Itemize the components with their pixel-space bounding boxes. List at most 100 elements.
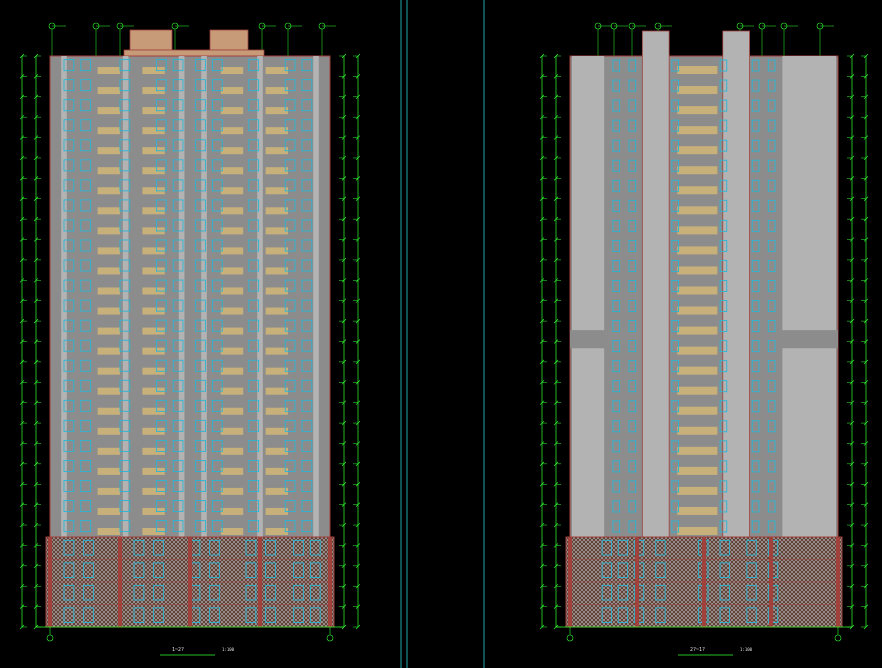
balcony — [677, 486, 718, 495]
balcony — [677, 186, 718, 195]
balcony — [220, 167, 244, 175]
balcony — [677, 426, 718, 435]
balcony — [220, 307, 244, 315]
balcony — [265, 387, 288, 395]
balcony — [677, 246, 718, 255]
grid-axis-marker — [834, 634, 842, 642]
balcony — [97, 227, 120, 235]
left-title-block: 1~2? 1:100 — [160, 647, 235, 656]
balcony — [97, 347, 120, 355]
balcony — [220, 207, 244, 215]
balcony — [265, 167, 288, 175]
balcony — [265, 147, 288, 155]
balcony — [97, 387, 120, 395]
podium-pilaster — [836, 537, 840, 627]
balcony — [97, 67, 120, 75]
pilaster — [313, 56, 319, 537]
balcony — [97, 527, 120, 535]
balcony — [220, 507, 244, 515]
left-podium — [36, 536, 344, 628]
balcony — [97, 187, 120, 195]
balcony — [220, 147, 244, 155]
balcony — [677, 326, 718, 335]
left-building-body — [49, 29, 331, 538]
sheet-frame — [400, 0, 485, 668]
balcony — [265, 247, 288, 255]
balcony — [97, 167, 120, 175]
podium-pilaster — [328, 537, 332, 627]
balcony — [677, 66, 718, 75]
balcony — [97, 287, 120, 295]
balcony — [265, 467, 288, 475]
balcony — [220, 247, 244, 255]
balcony — [220, 347, 244, 355]
grid-axis-marker — [326, 634, 334, 642]
right-elevation: 2?~1? 1:100 — [539, 22, 869, 656]
podium-pilaster — [118, 537, 122, 627]
pilaster — [257, 56, 263, 537]
balcony — [220, 527, 244, 535]
podium-pilaster — [635, 537, 639, 627]
balcony — [677, 126, 718, 135]
left-elevation-title: 1~2? — [172, 647, 184, 653]
balcony — [677, 386, 718, 395]
balcony — [677, 166, 718, 175]
right-elevation-title: 2?~1? — [690, 647, 705, 653]
left-elevation-scale: 1:100 — [222, 647, 235, 652]
balcony — [97, 507, 120, 515]
balcony — [97, 307, 120, 315]
podium-pilaster — [48, 537, 52, 627]
balcony — [97, 247, 120, 255]
balcony — [677, 266, 718, 275]
balcony — [97, 87, 120, 95]
cad-drawing-canvas: 1~2? 1:100 2?~1? 1:100 — [19, 0, 869, 668]
right-podium — [556, 536, 852, 628]
balcony — [677, 506, 718, 515]
balcony — [97, 327, 120, 335]
balcony — [220, 387, 244, 395]
balcony — [265, 107, 288, 115]
balcony — [220, 467, 244, 475]
balcony — [220, 187, 244, 195]
balcony — [265, 347, 288, 355]
podium-pilaster — [258, 537, 262, 627]
balcony — [97, 447, 120, 455]
balcony — [97, 147, 120, 155]
pilaster — [178, 56, 185, 537]
balcony — [220, 267, 244, 275]
balcony — [265, 407, 288, 415]
balcony — [265, 487, 288, 495]
balcony — [265, 187, 288, 195]
balcony — [265, 267, 288, 275]
balcony — [677, 366, 718, 375]
balcony — [677, 106, 718, 115]
balcony — [265, 367, 288, 375]
balcony — [220, 327, 244, 335]
grid-axis-marker — [566, 634, 574, 642]
balcony — [677, 346, 718, 355]
podium-pilaster — [702, 537, 706, 627]
right-building-body — [569, 30, 839, 538]
balcony — [265, 227, 288, 235]
balcony — [220, 127, 244, 135]
balcony — [265, 447, 288, 455]
balcony — [97, 207, 120, 215]
side-panel — [572, 56, 605, 537]
right-title-block: 2?~1? 1:100 — [678, 647, 753, 656]
balcony — [677, 146, 718, 155]
balcony — [220, 87, 244, 95]
balcony — [97, 107, 120, 115]
balcony — [220, 367, 244, 375]
balcony — [97, 467, 120, 475]
pilaster — [122, 56, 129, 537]
grid-axis-marker — [46, 634, 54, 642]
balcony — [265, 287, 288, 295]
balcony — [220, 487, 244, 495]
balcony — [265, 527, 288, 535]
balcony — [97, 487, 120, 495]
balcony — [677, 406, 718, 415]
balcony — [220, 447, 244, 455]
roof-box — [209, 29, 249, 51]
balcony — [97, 267, 120, 275]
side-panel — [782, 56, 836, 537]
